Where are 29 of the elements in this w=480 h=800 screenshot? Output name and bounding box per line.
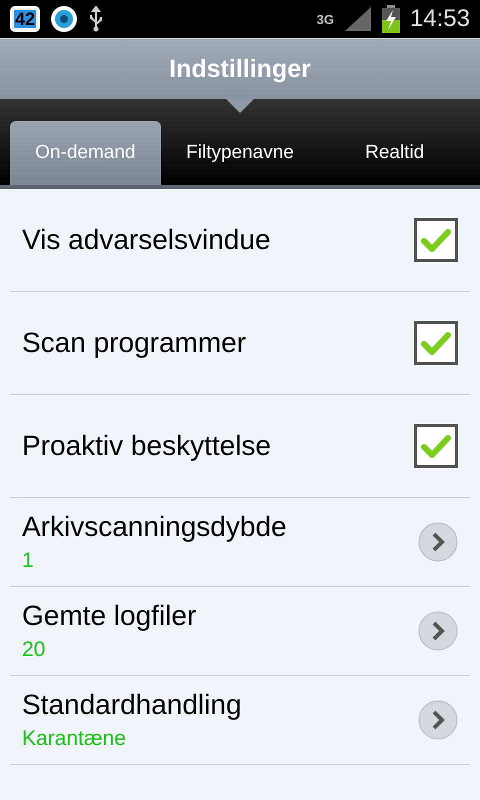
setting-label: Gemte logfiler — [22, 600, 196, 632]
screen-title: Indstillinger — [169, 54, 311, 84]
checkmark-icon — [421, 434, 451, 458]
pointer-icon — [226, 99, 254, 113]
battery-icon — [382, 5, 400, 33]
setting-value: 20 — [22, 638, 46, 662]
setting-label: Standardhandling — [22, 689, 242, 721]
eye-icon — [50, 5, 78, 33]
setting-label: Vis advarselsvindue — [22, 224, 271, 256]
notification-badge: 42 — [10, 6, 40, 32]
checkmark-icon — [421, 331, 451, 355]
chevron-button-icon[interactable] — [418, 611, 458, 651]
setting-label: Scan programmer — [22, 327, 246, 359]
signal-icon — [344, 6, 372, 32]
chevron-button-icon[interactable] — [418, 700, 458, 740]
checkbox[interactable] — [414, 424, 458, 468]
setting-label: Proaktiv beskyttelse — [22, 430, 271, 462]
clock: 14:53 — [410, 5, 470, 33]
tab[interactable]: Realtid — [319, 121, 470, 185]
checkbox[interactable] — [414, 321, 458, 365]
checkmark-icon — [421, 228, 451, 252]
usb-icon — [88, 6, 104, 32]
network-type: 3G — [316, 12, 334, 26]
tab[interactable]: Filtypenavne — [164, 121, 316, 185]
checkbox[interactable] — [414, 218, 458, 262]
setting-value: Karantæne — [22, 727, 127, 751]
setting-value: 1 — [22, 549, 35, 573]
chevron-button-icon[interactable] — [418, 522, 458, 562]
setting-label: Arkivscanningsdybde — [22, 511, 287, 543]
